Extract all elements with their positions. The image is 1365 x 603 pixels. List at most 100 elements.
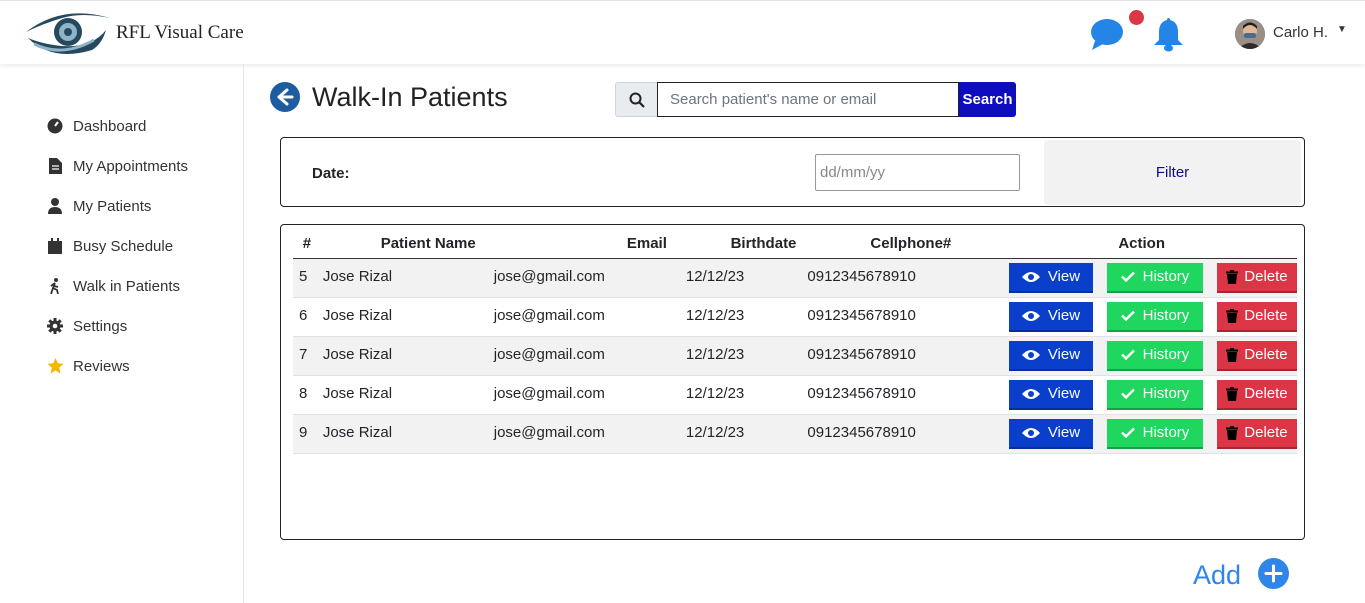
table-header-row: # Patient Name Email Birthdate Cellphone… — [293, 230, 1297, 259]
notification-badge — [1129, 10, 1144, 25]
calendar-icon — [46, 237, 64, 255]
delete-button[interactable]: Delete — [1216, 379, 1297, 410]
view-label: View — [1047, 385, 1081, 402]
patients-table-panel: # Patient Name Email Birthdate Cellphone… — [280, 224, 1305, 540]
table-row: 9 Jose Rizal jose@gmail.com 12/12/23 0912345… — [293, 414, 1297, 454]
row-actions: View History Delete — [993, 297, 1297, 337]
check-icon — [1120, 310, 1135, 321]
sidebar-item-patients[interactable]: My Patients — [46, 195, 151, 217]
sidebar-item-appointments[interactable]: My Appointments — [46, 155, 188, 177]
delete-button[interactable]: Delete — [1216, 262, 1297, 293]
patient-cellphone: 0912345678910 — [804, 414, 994, 454]
delete-label: Delete — [1244, 424, 1288, 441]
check-icon — [1120, 388, 1135, 399]
delete-button[interactable]: Delete — [1216, 301, 1297, 332]
patient-cellphone: 0912345678910 — [804, 336, 994, 376]
patient-birthdate: 12/12/23 — [684, 258, 805, 298]
filter-panel: Date: Filter — [280, 137, 1305, 207]
user-name[interactable]: Carlo H. — [1273, 24, 1328, 41]
view-button[interactable]: View — [1008, 340, 1093, 371]
patient-birthdate: 12/12/23 — [684, 414, 805, 454]
sidebar-item-label: Walk in Patients — [73, 277, 180, 295]
patient-cellphone: 0912345678910 — [804, 375, 994, 415]
filter-button[interactable]: Filter — [1044, 140, 1301, 205]
view-label: View — [1047, 424, 1081, 441]
patient-email: jose@gmail.com — [489, 297, 685, 337]
delete-button[interactable]: Delete — [1216, 340, 1297, 371]
view-button[interactable]: View — [1008, 379, 1093, 410]
history-button[interactable]: History — [1106, 418, 1203, 449]
bell-icon[interactable] — [1152, 16, 1185, 52]
patient-cellphone: 0912345678910 — [804, 258, 994, 298]
row-number: 9 — [293, 414, 321, 454]
table-row: 7 Jose Rizal jose@gmail.com 12/12/23 0912345… — [293, 336, 1297, 376]
patient-name: Jose Rizal — [320, 414, 490, 454]
sidebar-item-label: My Patients — [73, 197, 152, 215]
trash-icon — [1226, 386, 1239, 401]
sidebar-item-walk-in[interactable]: Walk in Patients — [46, 275, 180, 297]
table-row: 8 Jose Rizal jose@gmail.com 12/12/23 0912345… — [293, 375, 1297, 415]
caret-down-icon[interactable]: ▼ — [1337, 24, 1347, 35]
history-label: History — [1142, 268, 1190, 285]
column-header: Email — [489, 230, 685, 259]
eye-hand-logo[interactable] — [22, 8, 112, 63]
eye-icon — [1021, 271, 1040, 282]
history-button[interactable]: History — [1106, 379, 1203, 410]
view-button[interactable]: View — [1008, 301, 1093, 332]
sidebar: Dashboard My Appointments My Patients Bu… — [0, 64, 244, 603]
eye-icon — [1021, 427, 1040, 438]
file-icon — [46, 157, 64, 175]
delete-label: Delete — [1244, 385, 1288, 402]
row-actions: View History Delete — [993, 375, 1297, 415]
check-icon — [1120, 349, 1135, 360]
avatar[interactable] — [1235, 19, 1265, 49]
patient-cellphone: 0912345678910 — [804, 297, 994, 337]
view-button[interactable]: View — [1008, 262, 1093, 293]
plus-circle-icon[interactable] — [1258, 558, 1289, 589]
top-navbar: RFL Visual Care Carlo H. ▼ — [0, 0, 1365, 64]
patient-name: Jose Rizal — [320, 336, 490, 376]
history-button[interactable]: History — [1106, 262, 1203, 293]
column-header: Birthdate — [684, 230, 805, 259]
column-header: Action — [993, 230, 1297, 259]
chat-icon[interactable] — [1089, 17, 1125, 51]
sidebar-item-label: My Appointments — [73, 157, 189, 175]
patient-birthdate: 12/12/23 — [684, 297, 805, 337]
sidebar-item-dashboard[interactable]: Dashboard — [46, 115, 146, 137]
row-actions: View History Delete — [993, 414, 1297, 454]
row-actions: View History Delete — [993, 258, 1297, 298]
view-button[interactable]: View — [1008, 418, 1093, 449]
row-number: 8 — [293, 375, 321, 415]
patient-name: Jose Rizal — [320, 375, 490, 415]
date-input[interactable] — [815, 154, 1020, 191]
table-row: 5 Jose Rizal jose@gmail.com 12/12/23 0912345… — [293, 258, 1297, 298]
date-label: Date: — [312, 165, 350, 182]
history-label: History — [1142, 307, 1190, 324]
gear-icon — [46, 317, 64, 335]
trash-icon — [1226, 425, 1239, 440]
search-input[interactable] — [657, 82, 959, 117]
back-arrow-icon[interactable] — [270, 82, 300, 112]
sidebar-item-settings[interactable]: Settings — [46, 315, 127, 337]
table-row: 6 Jose Rizal jose@gmail.com 12/12/23 0912345… — [293, 297, 1297, 337]
search-button[interactable]: Search — [959, 82, 1016, 117]
sidebar-item-busy-schedule[interactable]: Busy Schedule — [46, 235, 173, 257]
add-label[interactable]: Add — [1193, 560, 1241, 591]
sidebar-item-reviews[interactable]: Reviews — [46, 355, 130, 377]
column-header: Cellphone# — [804, 230, 994, 259]
row-actions: View History Delete — [993, 336, 1297, 376]
walking-icon — [46, 277, 64, 295]
history-button[interactable]: History — [1106, 340, 1203, 371]
patient-birthdate: 12/12/23 — [684, 336, 805, 376]
search-icon — [615, 82, 657, 117]
eye-icon — [1021, 388, 1040, 399]
delete-button[interactable]: Delete — [1216, 418, 1297, 449]
eye-icon — [1021, 310, 1040, 321]
history-button[interactable]: History — [1106, 301, 1203, 332]
patient-email: jose@gmail.com — [489, 375, 685, 415]
sidebar-item-label: Busy Schedule — [73, 237, 174, 255]
row-number: 7 — [293, 336, 321, 376]
delete-label: Delete — [1244, 346, 1288, 363]
brand-name: RFL Visual Care — [116, 22, 244, 43]
column-header: # — [293, 230, 321, 259]
